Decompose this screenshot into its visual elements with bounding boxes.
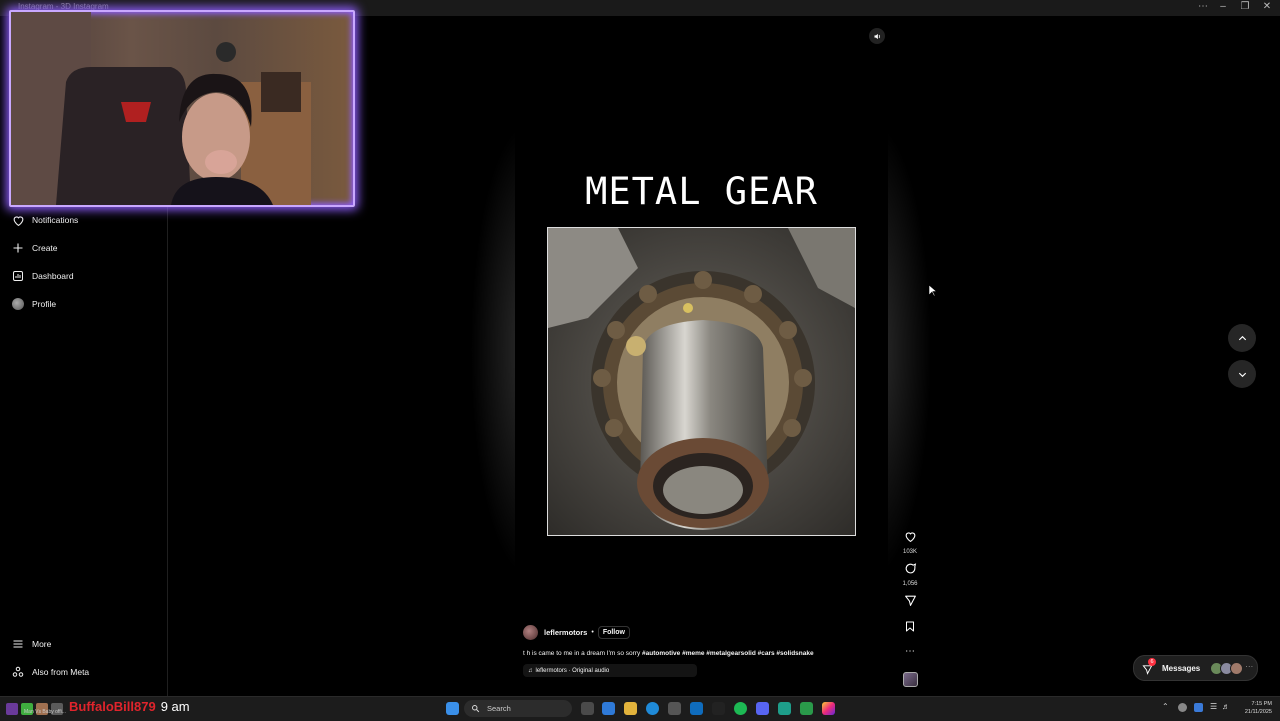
heart-icon xyxy=(11,213,25,227)
start-button[interactable] xyxy=(446,702,459,715)
file-explorer-icon[interactable] xyxy=(624,702,637,715)
sidebar-item-more[interactable]: More xyxy=(11,633,51,655)
streamer-name: BuffaloBill879 xyxy=(69,698,156,714)
minimize-icon[interactable]: ⋯ xyxy=(1193,1,1213,12)
more-options-button[interactable]: ⋯ xyxy=(898,646,922,657)
speaker-icon xyxy=(874,33,880,39)
discord-icon[interactable] xyxy=(756,702,769,715)
sidebar-item-label: Notifications xyxy=(32,215,79,225)
stream-overlay: Man Vs Baby offi... BuffaloBill879 9 am xyxy=(0,697,190,721)
tray-app-icon[interactable] xyxy=(1178,703,1187,712)
sidebar-item-profile[interactable]: Profile xyxy=(11,293,56,315)
messages-badge: 6 xyxy=(1148,658,1156,666)
sidebar-item-label: Also from Meta xyxy=(32,667,90,677)
edge-icon[interactable] xyxy=(646,702,659,715)
thumbnail-caption: Man Vs Baby offi... xyxy=(24,709,66,715)
instagram-icon[interactable] xyxy=(822,702,835,715)
messenger-icon: 6 xyxy=(1142,658,1156,675)
taskbar-clock[interactable]: 7:15 PM 21/11/2025 xyxy=(1236,700,1272,716)
like-count: 103K xyxy=(902,549,917,555)
search-placeholder: Search xyxy=(487,704,511,713)
caption-text: t h is came to me in a dream I'm so sorr… xyxy=(523,650,873,657)
messages-button[interactable]: 6 Messages ⋯ xyxy=(1133,655,1258,681)
xbox-icon[interactable] xyxy=(800,702,813,715)
share-button[interactable] xyxy=(898,594,922,612)
meta-icon xyxy=(11,665,25,679)
overlay-time: 9 am xyxy=(160,698,190,714)
sidebar-item-create[interactable]: Create xyxy=(11,237,58,259)
sidebar-item-dashboard[interactable]: Dashboard xyxy=(11,265,74,287)
meme-title: METAL GEAR xyxy=(585,170,818,213)
twitch-icon xyxy=(6,703,18,715)
audio-thumbnail[interactable] xyxy=(898,672,922,692)
author-avatar[interactable] xyxy=(523,624,538,640)
ellipsis-icon: ⋯ xyxy=(1245,661,1254,671)
save-button[interactable] xyxy=(898,620,922,638)
search-icon xyxy=(472,705,480,713)
store-icon[interactable] xyxy=(668,702,681,715)
dashboard-icon xyxy=(11,269,25,283)
message-avatars: ⋯ xyxy=(1210,661,1254,675)
sidebar-item-label: Dashboard xyxy=(32,271,74,281)
close-button[interactable]: ✕ xyxy=(1257,1,1277,12)
audio-label: leflermotors · Original audio xyxy=(535,667,610,674)
plus-icon xyxy=(11,241,25,255)
follow-button[interactable]: Follow xyxy=(597,625,630,639)
like-action[interactable]: 103K xyxy=(898,530,922,555)
webcam-feed xyxy=(11,12,311,205)
task-view-icon[interactable] xyxy=(581,702,594,715)
music-note-icon: ♫ xyxy=(528,667,533,674)
restore-button[interactable]: ❐ xyxy=(1235,1,1255,12)
sidebar-item-label: More xyxy=(32,639,52,649)
copilot-icon[interactable] xyxy=(602,702,615,715)
profile-avatar-icon xyxy=(11,297,25,311)
comment-icon xyxy=(905,563,916,574)
windows-taskbar: Man Vs Baby offi... BuffaloBill879 9 am … xyxy=(0,696,1280,721)
tray-chevron-icon[interactable]: ⌃ xyxy=(1162,702,1169,711)
reel-caption-area: leflermotors • Follow t h is came to me … xyxy=(523,624,873,677)
avatar xyxy=(1230,661,1244,675)
audio-pill[interactable]: ♫ leflermotors · Original audio xyxy=(523,664,697,677)
audio-cover-icon xyxy=(902,672,918,687)
next-reel-button[interactable] xyxy=(1228,360,1256,388)
volume-icon[interactable]: ♬ xyxy=(1222,702,1230,711)
bookmark-icon xyxy=(906,621,914,632)
taskbar-search[interactable]: Search xyxy=(464,700,572,717)
sidebar-item-also-from-meta[interactable]: Also from Meta xyxy=(11,661,89,683)
tray-app-icon[interactable] xyxy=(1194,703,1203,712)
caption-hashtags[interactable]: #automotive #meme #metalgearsolid #cars … xyxy=(642,650,814,657)
comment-action[interactable]: 1,056 xyxy=(898,562,922,587)
mute-button[interactable] xyxy=(869,28,885,44)
comment-count: 1,056 xyxy=(902,581,918,587)
hamburger-icon xyxy=(11,637,25,651)
app-icon[interactable] xyxy=(712,702,725,715)
sidebar-item-notifications[interactable]: Notifications xyxy=(11,209,78,231)
previous-reel-button[interactable] xyxy=(1228,324,1256,352)
chevron-down-icon xyxy=(1238,372,1246,377)
heart-icon xyxy=(905,532,915,543)
chevron-up-icon xyxy=(1238,335,1246,340)
mouse-cursor-icon xyxy=(929,285,937,297)
author-username[interactable]: leflermotors xyxy=(544,628,587,637)
dot-separator: • xyxy=(591,628,594,636)
ellipsis-icon: ⋯ xyxy=(905,646,915,657)
app-icon[interactable] xyxy=(778,702,791,715)
clock-date: 21/11/2025 xyxy=(1244,709,1272,715)
minimize-button[interactable]: – xyxy=(1213,1,1233,12)
sidebar-item-label: Profile xyxy=(32,299,57,309)
clock-time: 7:15 PM xyxy=(1251,701,1272,707)
messages-label: Messages xyxy=(1162,663,1201,673)
webcam-overlay xyxy=(9,10,355,207)
gear-photo xyxy=(547,227,856,536)
wifi-icon[interactable]: ☰ xyxy=(1210,702,1217,711)
caption-body: t h is came to me in a dream I'm so sorr… xyxy=(523,650,642,657)
send-icon xyxy=(904,595,916,606)
sidebar-item-label: Create xyxy=(32,243,58,253)
spotify-icon[interactable] xyxy=(734,702,747,715)
author-row: leflermotors • Follow xyxy=(523,624,873,640)
outlook-icon[interactable] xyxy=(690,702,703,715)
